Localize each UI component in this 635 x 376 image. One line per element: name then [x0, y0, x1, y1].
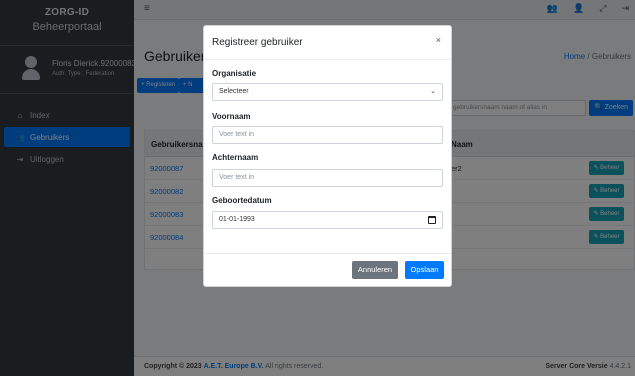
organisatie-select[interactable]: Selecteer ⌄ [212, 83, 443, 101]
geboortedatum-input[interactable]: 01-01-1993 [212, 211, 443, 229]
voornaam-input[interactable]: Voer text in [212, 126, 443, 144]
modal-header: Registreer gebruiker × [204, 26, 451, 60]
modal-footer-divider [204, 253, 451, 254]
geboortedatum-label: Geboortedatum [212, 196, 272, 205]
achternaam-input[interactable]: Voer text in [212, 169, 443, 187]
close-icon[interactable]: × [436, 35, 441, 45]
voornaam-label: Voornaam [212, 112, 251, 121]
modal-title: Registreer gebruiker [212, 37, 303, 48]
achternaam-label: Achternaam [212, 153, 259, 162]
calendar-icon[interactable] [428, 216, 436, 224]
organisatie-label: Organisatie [212, 69, 257, 78]
chevron-down-icon: ⌄ [430, 88, 436, 95]
save-button[interactable]: Opslaan [405, 261, 444, 279]
register-user-modal: Registreer gebruiker × Organisatie Selec… [203, 25, 452, 287]
cancel-button[interactable]: Annuleren [352, 261, 398, 279]
